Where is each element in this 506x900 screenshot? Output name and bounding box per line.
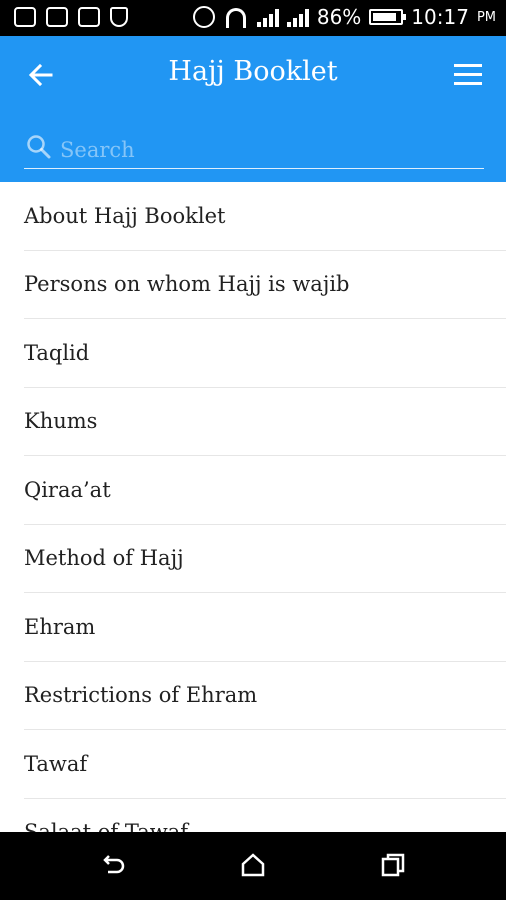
list-item[interactable]: Salaat of Tawaf — [24, 799, 506, 832]
app-bar: Hajj Booklet — [0, 36, 506, 182]
status-bar: 86% 10:17 PM — [0, 0, 506, 36]
list-item[interactable]: Khums — [24, 388, 506, 456]
hamburger-menu-icon — [454, 64, 482, 67]
page-title: Hajj Booklet — [168, 56, 338, 87]
nav-recents-button[interactable] — [378, 850, 408, 880]
shield-icon — [110, 7, 128, 27]
search-input[interactable] — [58, 132, 482, 168]
list-item[interactable]: Method of Hajj — [24, 525, 506, 593]
screenshot-notification-icon — [14, 7, 36, 27]
list-item[interactable]: Tawaf — [24, 730, 506, 799]
navigation-bar — [0, 832, 506, 900]
search-icon — [27, 135, 51, 159]
nav-recents-icon — [381, 853, 405, 877]
clock-ampm: PM — [476, 9, 496, 25]
battery-icon — [369, 9, 407, 25]
list-item[interactable]: Restrictions of Ehram — [24, 662, 506, 730]
alarm-icon — [192, 6, 215, 28]
list-item[interactable]: Persons on whom Hajj is wajib — [24, 251, 506, 319]
clock-time: 10:17 — [411, 5, 469, 29]
signal-icon — [256, 7, 279, 27]
list-item[interactable]: Qiraa’at — [24, 456, 506, 525]
nav-back-icon — [103, 855, 125, 874]
list-item[interactable]: Ehram — [24, 593, 506, 662]
nav-home-button[interactable] — [238, 850, 268, 880]
list-item[interactable]: Taqlid — [24, 319, 506, 388]
battery-percent: 86% — [316, 5, 362, 29]
list-item[interactable]: About Hajj Booklet — [24, 182, 506, 251]
system-icons: 86% 10:17 PM — [192, 5, 496, 29]
app-notification-icon — [78, 7, 100, 27]
wifi-icon — [223, 6, 249, 28]
signal-2-icon — [286, 7, 309, 27]
notification-icons — [14, 7, 128, 27]
nav-back-button[interactable] — [98, 850, 128, 880]
topic-list: About Hajj Booklet Persons on whom Hajj … — [0, 182, 506, 832]
nav-home-icon — [241, 853, 265, 877]
search-bar — [24, 132, 484, 169]
alert-notification-icon — [46, 7, 68, 27]
menu-button[interactable] — [454, 64, 482, 86]
